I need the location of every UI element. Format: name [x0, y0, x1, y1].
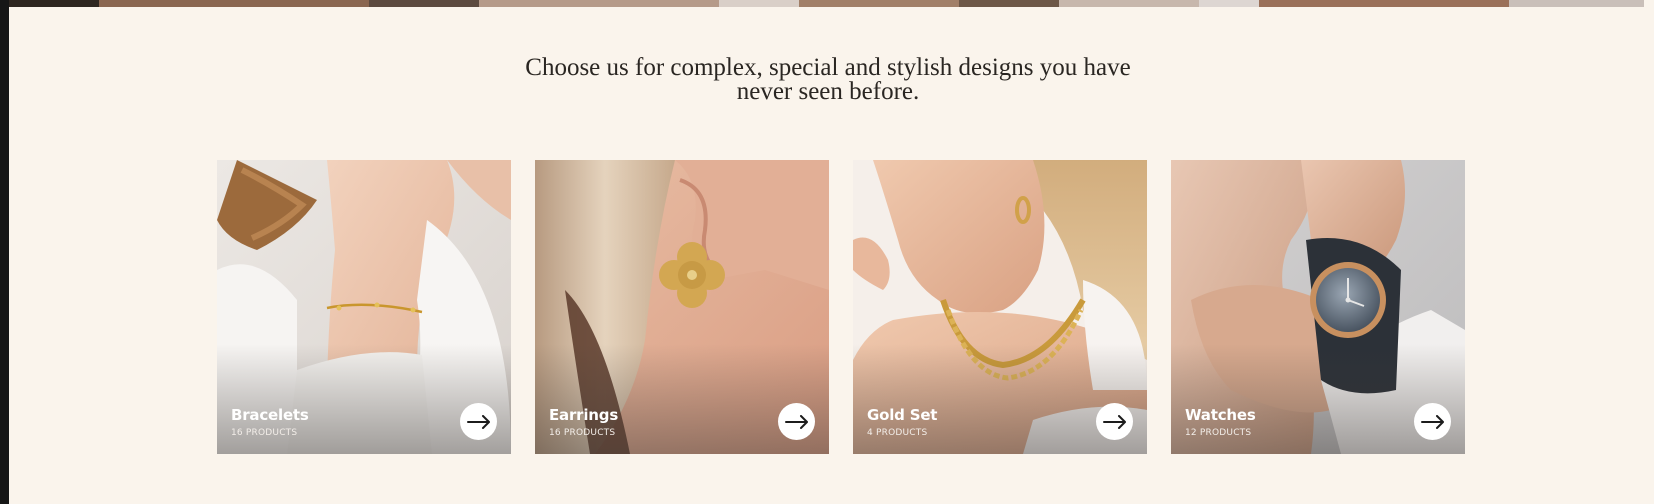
- previous-section-image-strip: [9, 0, 1654, 7]
- category-product-count: 4 PRODUCTS: [867, 428, 928, 438]
- arrow-right-button[interactable]: [778, 403, 815, 440]
- arrow-right-button[interactable]: [1096, 403, 1133, 440]
- category-card-list: Bracelets 16 PRODUCTS Earrings 16 PRODUC…: [217, 160, 1465, 454]
- section-headline: Choose us for complex, special and styli…: [525, 54, 1131, 105]
- category-card-watches[interactable]: Watches 12 PRODUCTS: [1171, 160, 1465, 454]
- arrow-right-icon: [1102, 414, 1126, 429]
- category-card-earrings[interactable]: Earrings 16 PRODUCTS: [535, 160, 829, 454]
- category-title: Earrings: [549, 406, 619, 424]
- category-card-bracelets[interactable]: Bracelets 16 PRODUCTS: [217, 160, 511, 454]
- arrow-right-icon: [466, 414, 490, 429]
- category-product-count: 12 PRODUCTS: [1185, 428, 1252, 438]
- category-title: Watches: [1185, 406, 1256, 424]
- window-edge: [0, 0, 9, 504]
- arrow-right-button[interactable]: [1414, 403, 1451, 440]
- arrow-right-button[interactable]: [460, 403, 497, 440]
- category-title: Bracelets: [231, 406, 309, 424]
- category-product-count: 16 PRODUCTS: [549, 428, 616, 438]
- category-title: Gold Set: [867, 406, 938, 424]
- page: Choose us for complex, special and styli…: [0, 0, 1654, 504]
- arrow-right-icon: [784, 414, 808, 429]
- category-card-gold-set[interactable]: Gold Set 4 PRODUCTS: [853, 160, 1147, 454]
- arrow-right-icon: [1420, 414, 1444, 429]
- category-product-count: 16 PRODUCTS: [231, 428, 298, 438]
